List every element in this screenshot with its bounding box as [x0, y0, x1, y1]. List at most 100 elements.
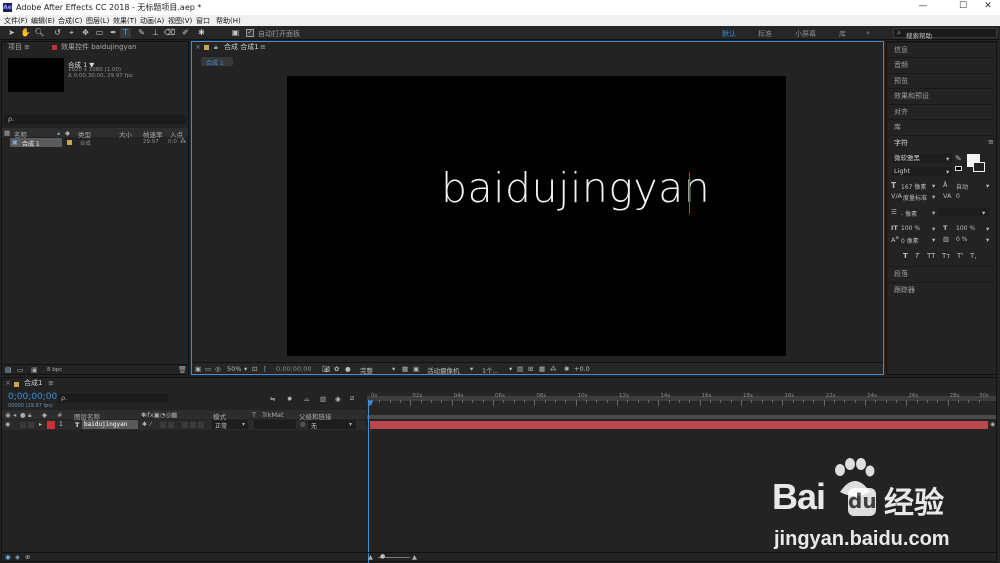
mask-visibility-icon[interactable]: ⌈ [264, 365, 267, 373]
label-color-swatch[interactable] [67, 140, 72, 145]
comp-breadcrumb[interactable]: 合成 1 [201, 57, 233, 67]
minimize-button[interactable]: — [913, 1, 933, 13]
font-family-dropdown[interactable]: 微软雅黑 [892, 154, 952, 163]
align-panel-tab[interactable]: 对齐 [887, 104, 995, 119]
hand-tool-icon[interactable]: ✋ [20, 28, 31, 38]
menu-file[interactable]: 文件(F) [4, 16, 28, 26]
comp-viewer-tab[interactable]: 合成 合成1 [224, 42, 259, 53]
panel-menu-icon[interactable]: ≡ [48, 378, 54, 389]
views-dropdown[interactable]: 1个... [482, 365, 499, 375]
camera-tool-icon[interactable]: ⌖ [66, 28, 77, 38]
switch-box[interactable] [190, 422, 196, 428]
leading-value[interactable]: 自动 [956, 182, 968, 191]
table-row[interactable]: ◉ ▸ 1 T baidujingyan ✱ ⁄ 正常 ▾ ◎ 无 ▾ [2, 420, 366, 430]
switch-box[interactable] [198, 422, 204, 428]
project-tab[interactable]: 项目 [8, 43, 22, 51]
workspace-standard[interactable]: 标准 [758, 29, 772, 39]
graph-editor-icon[interactable]: ⧄ [350, 394, 354, 403]
exposure-value[interactable]: +0.0 [574, 365, 590, 373]
tsume-value[interactable]: 0 % [956, 236, 967, 243]
panel-menu-icon[interactable]: ≡ [988, 138, 994, 146]
camera-dropdown[interactable]: 活动摄像机 [427, 365, 460, 375]
blend-mode-dropdown[interactable]: 正常 ▾ [212, 420, 248, 430]
draft-3d-icon[interactable]: ✹ [287, 395, 292, 403]
rotate-tool-icon[interactable]: ↺ [52, 28, 63, 38]
pen-tool-icon[interactable]: ✒ [108, 28, 119, 38]
font-style-dropdown[interactable]: Light [892, 167, 952, 176]
stroke-width-value[interactable]: - 像素 [901, 209, 917, 218]
workspace-library[interactable]: 库 [839, 29, 846, 39]
subscript-button[interactable]: T, [970, 252, 977, 260]
baseline-shift-value[interactable]: 0 像素 [901, 236, 919, 245]
layer-switches-toggle-icon[interactable]: ◉ [5, 553, 11, 561]
shy-layers-icon[interactable]: ⌓ [304, 395, 309, 404]
bpc-toggle[interactable]: 8 bpc [47, 367, 62, 373]
comp-canvas[interactable]: baidujingyan [287, 76, 786, 356]
workspace-default[interactable]: 默认 [722, 29, 736, 39]
horizontal-scale-value[interactable]: 100 % [956, 225, 975, 232]
audio-panel-tab[interactable]: 音频 [887, 57, 995, 72]
layer-name[interactable]: baidujingyan [84, 421, 127, 428]
fast-preview-icon[interactable]: ⊞ [528, 365, 533, 373]
interpret-footage-icon[interactable]: ▤ [5, 366, 12, 374]
menu-window[interactable]: 窗口 [196, 16, 210, 26]
menu-view[interactable]: 视图(V) [168, 16, 192, 26]
maximize-button[interactable]: ☐ [953, 1, 973, 13]
switch-box[interactable] [168, 422, 174, 428]
tracking-value[interactable]: 0 [956, 193, 960, 200]
transfer-controls-toggle-icon[interactable]: ◈ [15, 553, 20, 561]
time-ruler[interactable]: 0s 02s 04s 06s 08s 10s 12s 14s 16s 18s 20s 22s 24s 26… [367, 392, 996, 420]
library-panel-tab[interactable]: 库 [887, 119, 995, 134]
lock-toggle[interactable] [28, 422, 34, 428]
trkmat-dropdown[interactable] [254, 420, 296, 429]
lock-icon[interactable]: 🔒︎ [214, 42, 218, 53]
parent-dropdown[interactable]: 无 ▾ [308, 420, 356, 430]
col-trkmat[interactable]: TrkMat [262, 411, 284, 419]
viewer-timecode[interactable]: 0;00;00;00 [276, 365, 312, 373]
show-channel-icon[interactable]: ✿ [334, 365, 339, 373]
effects-controls-tab[interactable]: 效果控件 baidujingyan [61, 42, 136, 53]
snapshot-icon[interactable]: 📷︎ [322, 365, 330, 373]
always-preview-icon[interactable]: ▣ [195, 365, 201, 373]
timeline-search-input[interactable]: ρ. [58, 394, 168, 403]
effects-presets-panel-tab[interactable]: 效果和预设 [887, 88, 995, 103]
rectangle-tool-icon[interactable]: ▭ [94, 28, 105, 38]
vertical-scale-value[interactable]: 100 % [901, 225, 920, 232]
switch-box[interactable] [182, 422, 188, 428]
zoom-dropdown[interactable]: 50% [227, 365, 241, 373]
all-caps-button[interactable]: TT [927, 252, 935, 260]
close-tab-icon[interactable]: × [5, 378, 11, 389]
workspace-small-screen[interactable]: 小屏幕 [795, 29, 816, 39]
transparency-grid-icon[interactable]: ▦ [402, 365, 408, 373]
black-swatch[interactable] [955, 166, 962, 171]
menu-edit[interactable]: 编辑(E) [31, 16, 55, 26]
menu-animation[interactable]: 动画(A) [140, 16, 164, 26]
paragraph-panel-tab[interactable]: 段落 [887, 266, 995, 281]
eyedropper-icon[interactable]: ✎ [955, 154, 962, 163]
layer-duration-bar[interactable] [370, 421, 988, 429]
panel-menu-icon[interactable]: ≡ [260, 42, 266, 53]
eraser-tool-icon[interactable]: ⌫ [164, 28, 175, 38]
clone-stamp-tool-icon[interactable]: ⊥ [150, 28, 161, 38]
close-tab-icon[interactable]: × [195, 42, 201, 53]
faux-bold-button[interactable]: T [903, 252, 908, 260]
font-size-value[interactable]: 167 像素 [901, 182, 926, 191]
selection-tool-icon[interactable]: ➤ [6, 28, 17, 38]
reset-exposure-icon[interactable]: ✺ [564, 365, 569, 373]
motion-blur-icon[interactable]: ◉ [335, 395, 341, 403]
shy-toggle-icon[interactable]: ✱ [142, 421, 147, 428]
preview-panel-tab[interactable]: 预览 [887, 73, 995, 88]
solo-toggle[interactable] [20, 422, 26, 428]
color-channel-icon[interactable]: ● [345, 365, 351, 373]
superscript-button[interactable]: T' [957, 252, 963, 260]
3d-glasses-icon[interactable]: ◎ [215, 365, 221, 373]
small-caps-button[interactable]: Tт [942, 252, 950, 260]
tracker-panel-tab[interactable]: 跟踪器 [887, 282, 995, 297]
layer-label-swatch[interactable] [47, 421, 55, 429]
panel-menu-icon[interactable]: ≡ [24, 42, 30, 53]
snap-icon[interactable]: ▣ [230, 28, 241, 38]
time-navigator[interactable] [367, 415, 996, 419]
pan-behind-tool-icon[interactable]: ✥ [80, 28, 91, 38]
menu-effect[interactable]: 效果(T) [113, 16, 137, 26]
timeline-icon[interactable]: ▦ [539, 365, 545, 373]
